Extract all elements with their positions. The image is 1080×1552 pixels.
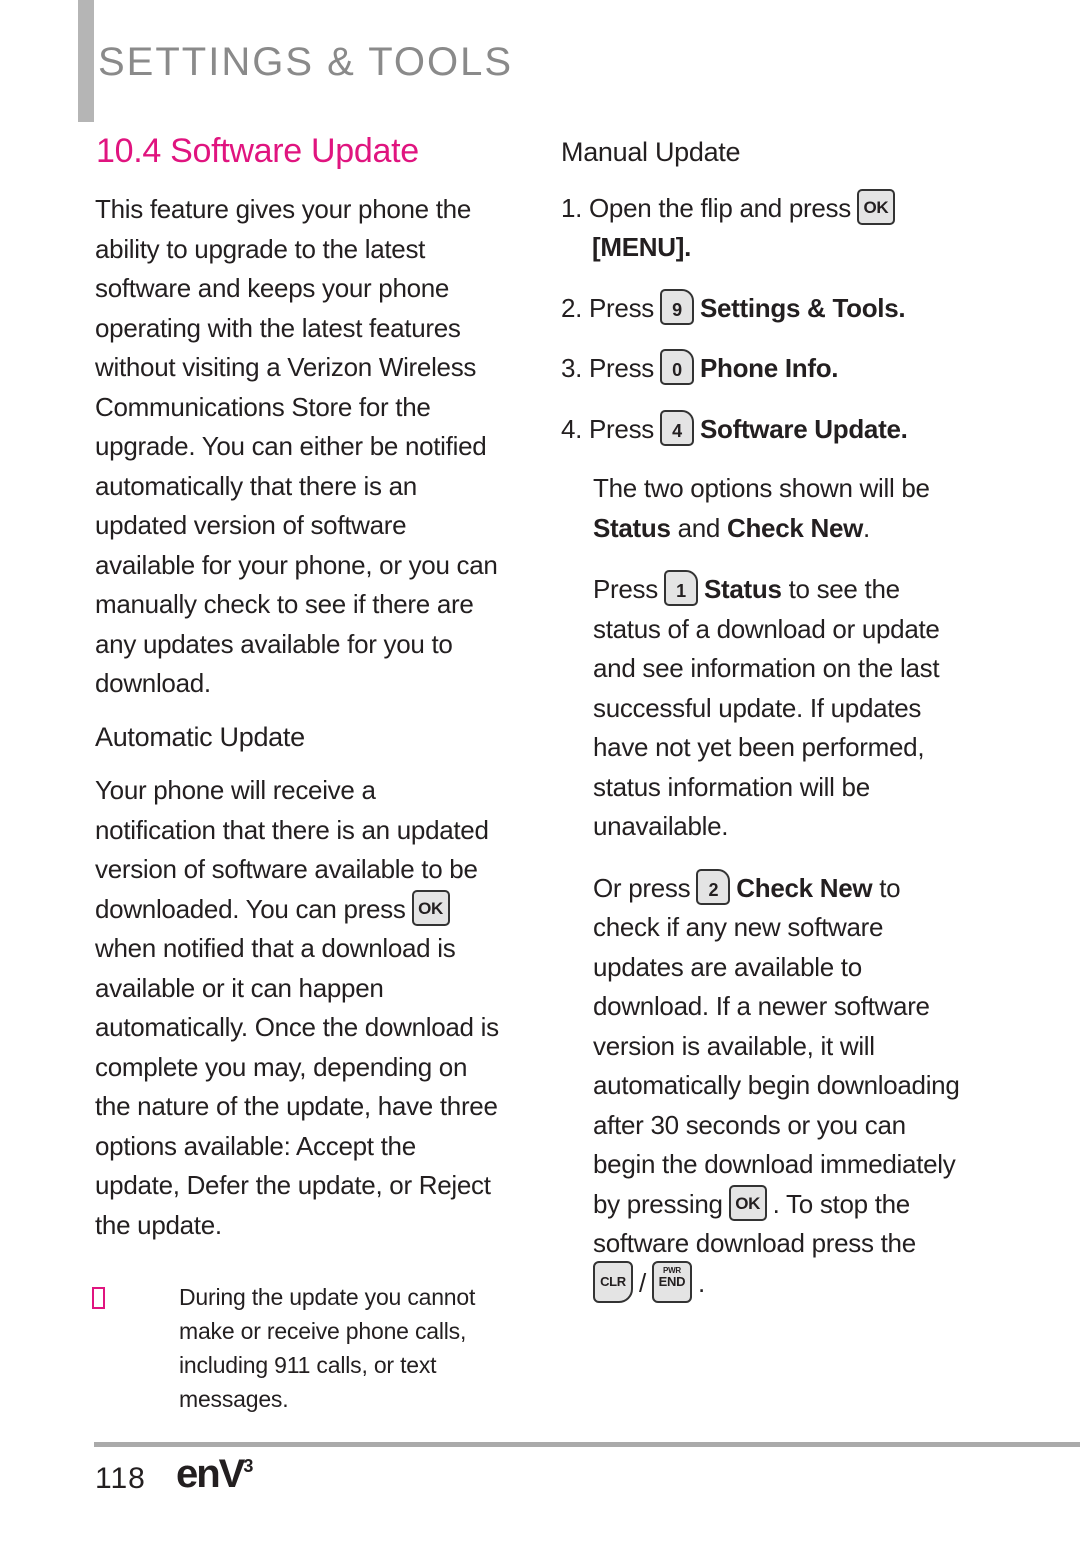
env3-logo: enV3 [176, 1452, 253, 1497]
left-column: This feature gives your phone the abilit… [95, 190, 535, 1245]
right-column: Manual Update 1. Open the flip and press… [561, 133, 1061, 1306]
note-text: During the update you cannot make or rec… [179, 1284, 476, 1412]
footer-divider [94, 1442, 1080, 1447]
ok-key-icon: OK [856, 188, 895, 225]
slash: / [639, 1267, 646, 1298]
option-status: Status [593, 512, 671, 543]
ok-key-icon: OK [728, 1184, 767, 1221]
step-1-menu: [MENU]. [592, 232, 691, 262]
clr-key-icon: CLR [593, 1260, 633, 1303]
stop-text: . To stop the [772, 1188, 911, 1219]
key-4-icon: 4 [659, 409, 694, 446]
step-3-text: 3. Press [561, 353, 654, 383]
step-3-target: Phone Info. [699, 353, 839, 383]
section-header: SETTINGS & TOOLS [98, 40, 514, 84]
step-2-text: 2. Press [561, 292, 654, 323]
end-key-icon: PWR END [651, 1260, 692, 1303]
logo-sup: 3 [243, 1456, 253, 1476]
check-new-label: Check New [736, 872, 873, 903]
logo-text: enV [176, 1452, 245, 1496]
key-1-icon: 1 [663, 570, 698, 607]
ok-key-icon: OK [411, 889, 450, 926]
check-post: to [872, 872, 901, 903]
check-press: Or press [593, 872, 691, 903]
auto-text-1: Your phone will receive a notification t… [95, 775, 489, 884]
key-9-icon: 9 [659, 288, 694, 325]
step-4-target: Software Update. [699, 413, 908, 444]
page-number: 118 [95, 1462, 146, 1495]
manual-update-heading: Manual Update [561, 137, 741, 167]
check-description: check if any new software updates are av… [593, 912, 960, 1179]
status-label: Status [703, 574, 782, 604]
step-1-text: 1. Open the flip and press [561, 192, 851, 223]
step-4-text: 4. Press [561, 413, 654, 444]
key-0-icon: 0 [659, 349, 694, 386]
end-label: END [658, 1273, 686, 1289]
status-press: Press [593, 574, 658, 604]
page-title: 10.4 Software Update [96, 132, 419, 170]
stop-line: software download press the [593, 1228, 916, 1258]
option-check-new: Check New [727, 512, 864, 543]
automatic-update-heading: Automatic Update [95, 721, 305, 752]
pressing-text: by pressing [593, 1188, 723, 1219]
status-description: status of a download or update and see i… [593, 613, 940, 842]
header-bar [78, 0, 94, 122]
auto-text-3: when notified that a download is availab… [95, 933, 499, 1240]
step-2-target: Settings & Tools. [699, 292, 906, 323]
period: . [697, 1267, 705, 1298]
and-text: and [670, 512, 727, 543]
status-post: to see the [781, 574, 901, 604]
note-icon [92, 1287, 105, 1309]
key-2-icon: 2 [696, 868, 731, 905]
period: . [863, 512, 870, 543]
options-text: The two options shown will be [593, 473, 930, 503]
auto-text-2: downloaded. You can press [95, 893, 406, 924]
intro-text: This feature gives your phone the abilit… [95, 194, 498, 698]
